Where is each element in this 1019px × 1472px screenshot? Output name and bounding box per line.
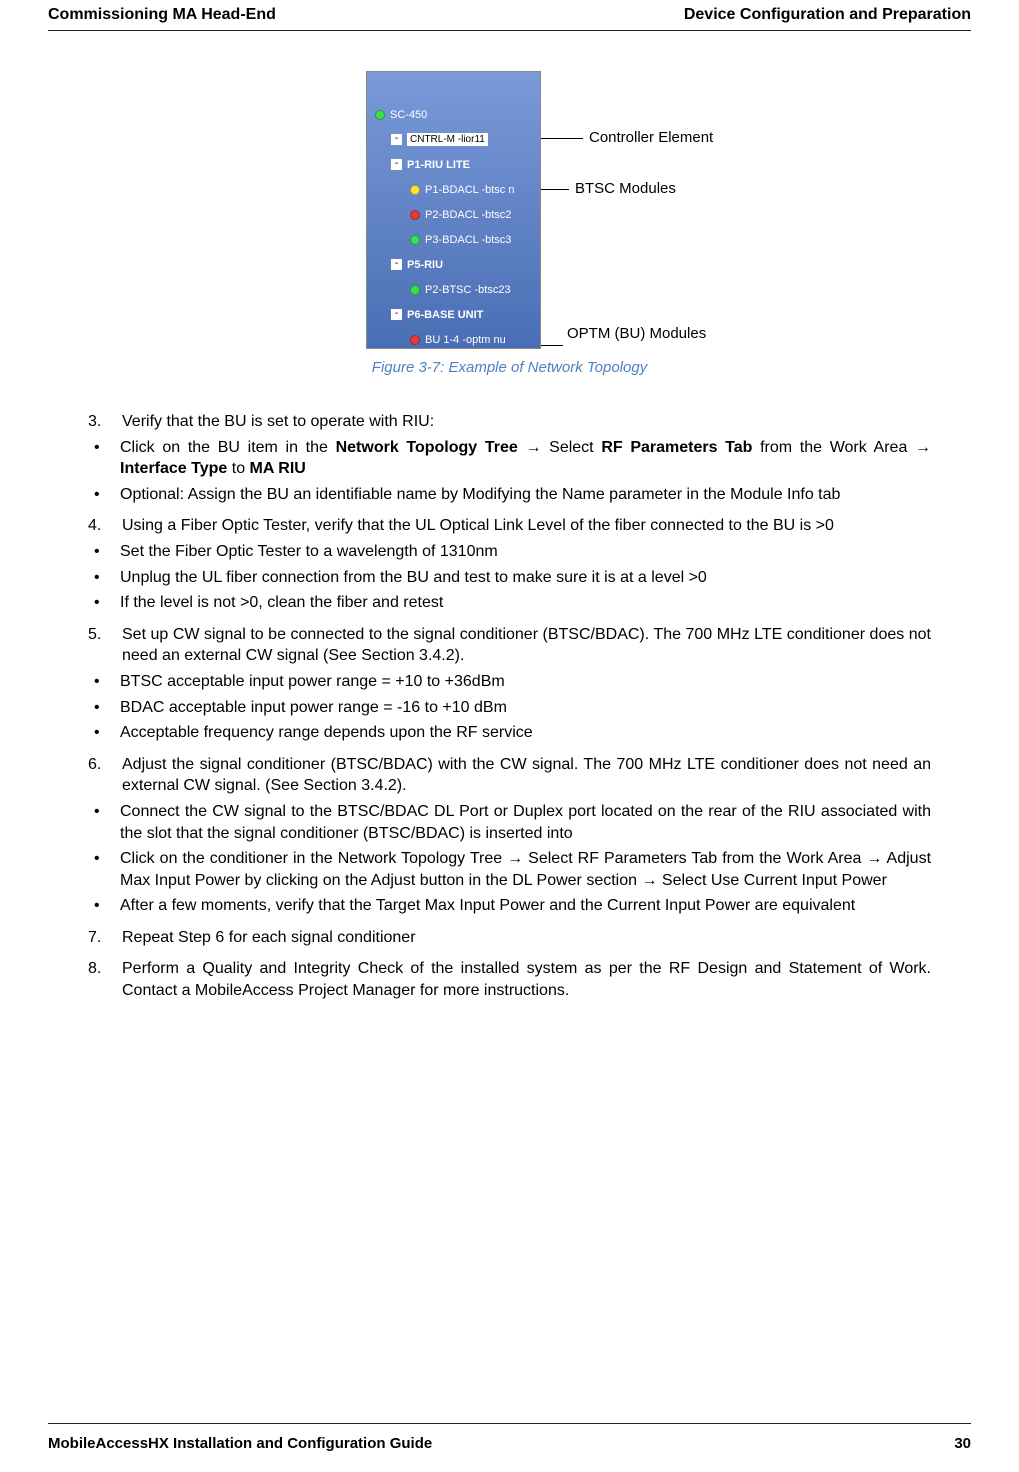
label-optm-modules: OPTM (BU) Modules: [567, 325, 706, 342]
label-controller-element: Controller Element: [589, 129, 713, 146]
tree-collapse-icon: -: [391, 309, 402, 320]
tree-label: P2-BTSC -btsc23: [425, 284, 511, 296]
step-text: Verify that the BU is set to operate wit…: [122, 411, 931, 433]
footer-rule: [48, 1423, 971, 1424]
leader-line: [541, 138, 583, 139]
tree-label: P1-RIU LITE: [407, 159, 470, 171]
status-dot-yellow-icon: [410, 185, 420, 195]
arrow-icon: [525, 439, 541, 456]
step-number: 7.: [88, 927, 122, 949]
tree-node-bdacl2: P2-BDACL -btsc2: [367, 202, 540, 227]
header-right: Device Configuration and Preparation: [684, 6, 971, 24]
status-dot-red-icon: [410, 335, 420, 345]
arrow-icon: [507, 850, 523, 867]
step-text: Adjust the signal conditioner (BTSC/BDAC…: [122, 754, 931, 797]
figure-caption: Figure 3-7: Example of Network Topology: [88, 359, 931, 376]
step-number: 8.: [88, 958, 122, 1001]
bullet-text: Connect the CW signal to the BTSC/BDAC D…: [120, 801, 931, 844]
tree-label: SC-450: [390, 109, 427, 121]
step-number: 6.: [88, 754, 122, 797]
bullet-icon: •: [88, 592, 120, 614]
arrow-icon: [915, 439, 931, 456]
bullet-icon: •: [88, 671, 120, 693]
step-text: Set up CW signal to be connected to the …: [122, 624, 931, 667]
status-dot-green-icon: [410, 235, 420, 245]
bullet-text: Click on the conditioner in the Network …: [120, 848, 931, 891]
status-dot-green-icon: [375, 110, 385, 120]
tree-root-sc450: SC-450: [367, 102, 540, 127]
controller-chip: CNTRL-M -lior11: [407, 133, 488, 146]
bullet-text: If the level is not >0, clean the fiber …: [120, 592, 931, 614]
tree-collapse-icon: -: [391, 134, 402, 145]
tree-label: P3-BDACL -btsc3: [425, 234, 511, 246]
bullet-icon: •: [88, 437, 120, 480]
bullet-icon: •: [88, 697, 120, 719]
tree-collapse-icon: -: [391, 259, 402, 270]
page-footer: MobileAccessHX Installation and Configur…: [48, 1435, 971, 1452]
tree-label: P2-BDACL -btsc2: [425, 209, 511, 221]
step-text: Perform a Quality and Integrity Check of…: [122, 958, 931, 1001]
bullet-icon: •: [88, 848, 120, 891]
header-rule: [48, 30, 971, 31]
tree-label: P5-RIU: [407, 259, 443, 271]
leader-line: [541, 345, 563, 346]
tree-node-p2btsc: P2-BTSC -btsc23: [367, 277, 540, 302]
step-number: 5.: [88, 624, 122, 667]
instruction-list: 3. Verify that the BU is set to operate …: [88, 411, 931, 1002]
bullet-icon: •: [88, 722, 120, 744]
bullet-text: Set the Fiber Optic Tester to a waveleng…: [120, 541, 931, 563]
page-number: 30: [954, 1435, 971, 1452]
bullet-icon: •: [88, 801, 120, 844]
step-number: 4.: [88, 515, 122, 537]
bullet-text: Optional: Assign the BU an identifiable …: [120, 484, 931, 506]
footer-title: MobileAccessHX Installation and Configur…: [48, 1435, 432, 1452]
status-dot-red-icon: [410, 210, 420, 220]
bullet-text: Unplug the UL fiber connection from the …: [120, 567, 931, 589]
tree-node-p6base: - P6-BASE UNIT: [367, 302, 540, 327]
bullet-icon: •: [88, 567, 120, 589]
step-text: Using a Fiber Optic Tester, verify that …: [122, 515, 931, 537]
bullet-text: Acceptable frequency range depends upon …: [120, 722, 931, 744]
bullet-icon: •: [88, 895, 120, 917]
step-text: Repeat Step 6 for each signal conditione…: [122, 927, 931, 949]
bullet-text: After a few moments, verify that the Tar…: [120, 895, 931, 917]
leader-line: [541, 189, 569, 190]
bullet-text: BTSC acceptable input power range = +10 …: [120, 671, 931, 693]
tree-node-riu-lite: - P1-RIU LITE: [367, 152, 540, 177]
bullet-icon: •: [88, 541, 120, 563]
bullet-icon: •: [88, 484, 120, 506]
tree-label: P1-BDACL -btsc n: [425, 184, 514, 196]
arrow-icon: [641, 872, 657, 889]
arrow-icon: [866, 850, 882, 867]
status-dot-green-icon: [410, 285, 420, 295]
tree-node-bu14: BU 1-4 -optm nu: [367, 327, 540, 352]
tree-label: P6-BASE UNIT: [407, 309, 483, 321]
step-number: 3.: [88, 411, 122, 433]
topology-tree-screenshot: SC-450 - CNTRL-M -lior11 - P1-RIU LITE P…: [366, 71, 541, 349]
header-left: Commissioning MA Head-End: [48, 6, 276, 24]
label-btsc-modules: BTSC Modules: [575, 180, 676, 197]
bullet-text: BDAC acceptable input power range = -16 …: [120, 697, 931, 719]
tree-node-bdacl3: P3-BDACL -btsc3: [367, 227, 540, 252]
tree-label: BU 1-4 -optm nu: [425, 334, 506, 346]
figure-3-7: SC-450 - CNTRL-M -lior11 - P1-RIU LITE P…: [88, 71, 931, 411]
page-header: Commissioning MA Head-End Device Configu…: [0, 0, 1019, 28]
page-content: SC-450 - CNTRL-M -lior11 - P1-RIU LITE P…: [0, 71, 1019, 1002]
tree-node-p5riu: - P5-RIU: [367, 252, 540, 277]
tree-collapse-icon: -: [391, 159, 402, 170]
tree-node-bdacl1: P1-BDACL -btsc n: [367, 177, 540, 202]
tree-node-controller: - CNTRL-M -lior11: [367, 127, 540, 152]
bullet-text: Click on the BU item in the Network Topo…: [120, 437, 931, 480]
